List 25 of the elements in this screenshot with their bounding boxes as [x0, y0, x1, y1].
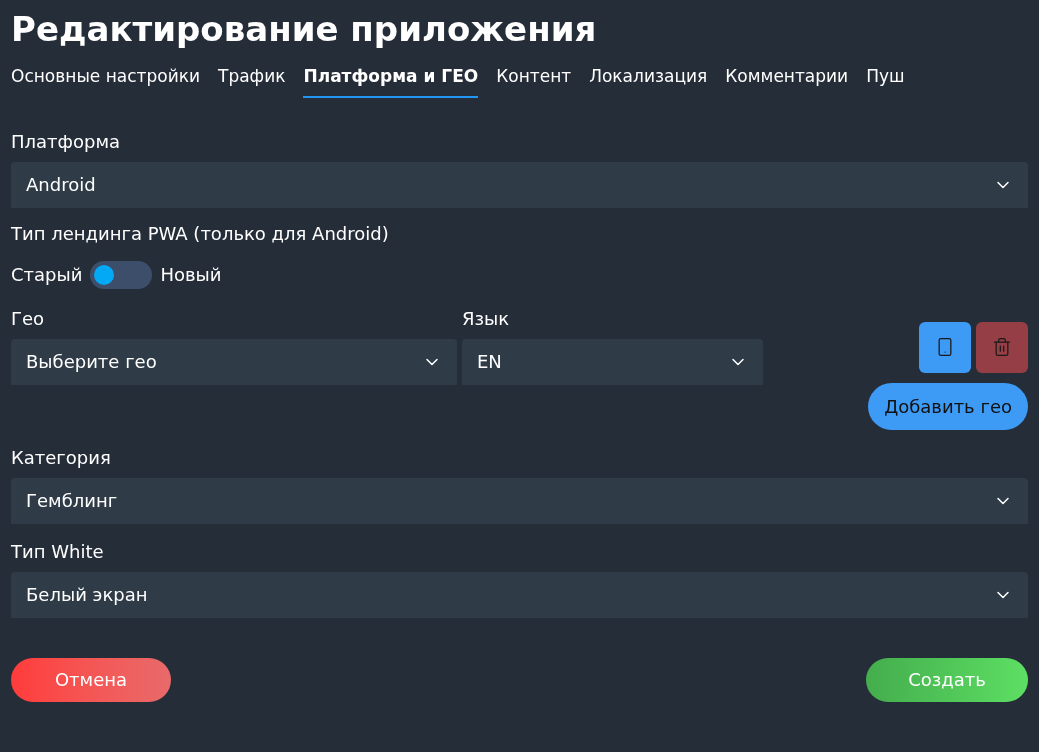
field-label: Тип White	[11, 539, 105, 564]
field-label: Тип лендинга PWA (только для Android)	[11, 221, 390, 246]
page-type-select[interactable]: Белый экран	[11, 571, 1028, 618]
tab[interactable]: Платформа и ГЕО	[303, 64, 479, 98]
tab[interactable]: Локализация	[589, 64, 708, 98]
trash-icon	[992, 337, 1012, 357]
field-label: Платформа	[11, 129, 121, 154]
toggle-label: Новый	[160, 263, 222, 287]
tab[interactable]: Основные настройки	[11, 64, 200, 98]
field-label: Гео	[11, 306, 46, 331]
tab[interactable]: Комментарии	[725, 64, 849, 98]
platform-select[interactable]: Android	[11, 161, 1028, 208]
field-label: Категория	[11, 445, 112, 470]
toggle-label: Старый	[11, 263, 83, 287]
page-title: Редактирование приложения	[11, 8, 598, 51]
geo-select[interactable]: Выберите гео	[11, 338, 457, 385]
field-label: Язык	[462, 306, 511, 331]
phone-button[interactable]	[919, 321, 971, 373]
language-select[interactable]: EN	[462, 338, 763, 385]
tab[interactable]: Контент	[496, 64, 572, 98]
toggle-switch[interactable]	[90, 260, 153, 289]
tab[interactable]: Трафик	[218, 64, 286, 98]
add-geo-button[interactable]: Добавить гео	[868, 382, 1028, 430]
category-select[interactable]: Гемблинг	[11, 477, 1028, 524]
tab[interactable]: Пуш	[866, 64, 905, 98]
